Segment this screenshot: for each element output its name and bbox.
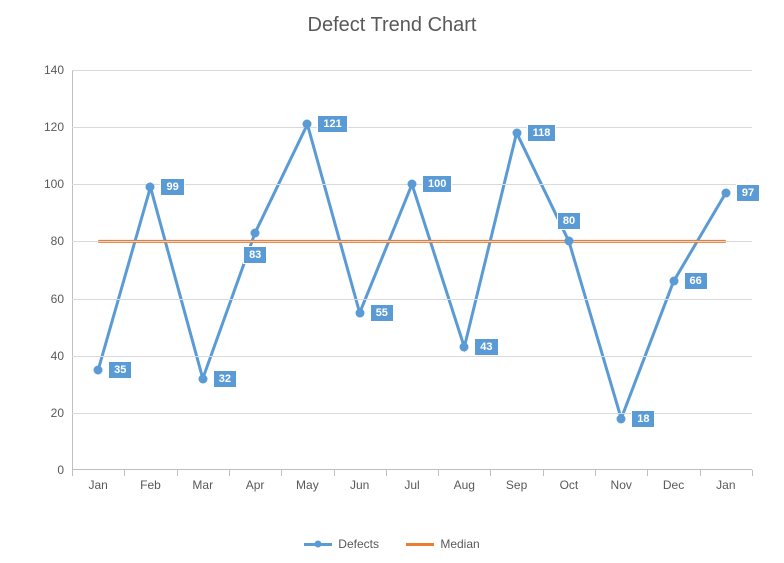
defect-trend-chart: Defect Trend Chart 0 20 40 60 80 100 120 140 Jan… bbox=[0, 0, 784, 563]
defects-point bbox=[564, 237, 573, 246]
y-tick-label: 140 bbox=[24, 63, 64, 77]
legend-label-median: Median bbox=[440, 537, 479, 551]
defects-data-label: 43 bbox=[474, 338, 498, 356]
defects-point bbox=[198, 374, 207, 383]
x-tick-label: Sep bbox=[506, 478, 527, 492]
x-tick-label: Jan bbox=[88, 478, 107, 492]
x-tick-mark bbox=[752, 470, 753, 476]
x-tick-label: Jun bbox=[350, 478, 369, 492]
x-tick-mark bbox=[177, 470, 178, 476]
defects-data-label: 66 bbox=[684, 272, 708, 290]
grid-line bbox=[72, 127, 752, 128]
legend-swatch-defects bbox=[304, 543, 332, 546]
x-tick-mark bbox=[334, 470, 335, 476]
defects-point bbox=[669, 277, 678, 286]
plot-area: 020406080100120140JanFebMarAprMayJunJulA… bbox=[72, 70, 752, 470]
defects-point bbox=[408, 180, 417, 189]
x-tick-mark bbox=[438, 470, 439, 476]
defects-data-label: 121 bbox=[317, 115, 347, 133]
defects-point bbox=[303, 120, 312, 129]
defects-point bbox=[251, 228, 260, 237]
grid-line bbox=[72, 70, 752, 71]
defects-line bbox=[98, 124, 726, 418]
legend-swatch-median bbox=[406, 543, 434, 546]
defects-data-label: 35 bbox=[108, 361, 132, 379]
defects-point bbox=[460, 343, 469, 352]
y-tick-label: 80 bbox=[24, 234, 64, 248]
x-tick-label: Mar bbox=[192, 478, 213, 492]
x-tick-label: Jul bbox=[404, 478, 419, 492]
defects-data-label: 118 bbox=[527, 124, 557, 142]
chart-legend: Defects Median bbox=[0, 535, 784, 552]
x-tick-label: Jan bbox=[716, 478, 735, 492]
defects-point bbox=[146, 183, 155, 192]
x-tick-mark bbox=[595, 470, 596, 476]
x-tick-label: Aug bbox=[454, 478, 475, 492]
grid-line bbox=[72, 356, 752, 357]
x-tick-label: Apr bbox=[246, 478, 265, 492]
y-tick-label: 0 bbox=[24, 463, 64, 477]
grid-line bbox=[72, 241, 752, 242]
defects-data-label: 80 bbox=[557, 212, 581, 230]
x-tick-mark bbox=[229, 470, 230, 476]
x-tick-label: Feb bbox=[140, 478, 161, 492]
x-tick-label: Oct bbox=[560, 478, 579, 492]
defects-point bbox=[721, 188, 730, 197]
legend-item-defects: Defects bbox=[304, 537, 379, 551]
x-tick-mark bbox=[543, 470, 544, 476]
defects-data-label: 99 bbox=[160, 178, 184, 196]
x-tick-mark bbox=[700, 470, 701, 476]
x-tick-mark bbox=[647, 470, 648, 476]
y-tick-label: 20 bbox=[24, 406, 64, 420]
x-tick-label: Nov bbox=[611, 478, 632, 492]
grid-line bbox=[72, 299, 752, 300]
y-tick-label: 40 bbox=[24, 349, 64, 363]
x-tick-label: Dec bbox=[663, 478, 684, 492]
y-tick-label: 100 bbox=[24, 177, 64, 191]
x-tick-mark bbox=[281, 470, 282, 476]
legend-item-median: Median bbox=[406, 537, 479, 551]
x-tick-mark bbox=[386, 470, 387, 476]
defects-point bbox=[355, 308, 364, 317]
defects-data-label: 55 bbox=[370, 304, 394, 322]
chart-title: Defect Trend Chart bbox=[0, 14, 784, 37]
defects-data-label: 97 bbox=[736, 184, 760, 202]
y-tick-label: 120 bbox=[24, 120, 64, 134]
defects-point bbox=[512, 128, 521, 137]
defects-data-label: 18 bbox=[631, 410, 655, 428]
x-tick-mark bbox=[72, 470, 73, 476]
legend-label-defects: Defects bbox=[338, 537, 379, 551]
defects-point bbox=[617, 414, 626, 423]
y-tick-label: 60 bbox=[24, 292, 64, 306]
x-tick-mark bbox=[124, 470, 125, 476]
defects-data-label: 32 bbox=[213, 370, 237, 388]
x-tick-label: May bbox=[296, 478, 319, 492]
defects-data-label: 83 bbox=[243, 246, 267, 264]
defects-data-label: 100 bbox=[422, 175, 452, 193]
x-tick-mark bbox=[490, 470, 491, 476]
defects-point bbox=[94, 366, 103, 375]
